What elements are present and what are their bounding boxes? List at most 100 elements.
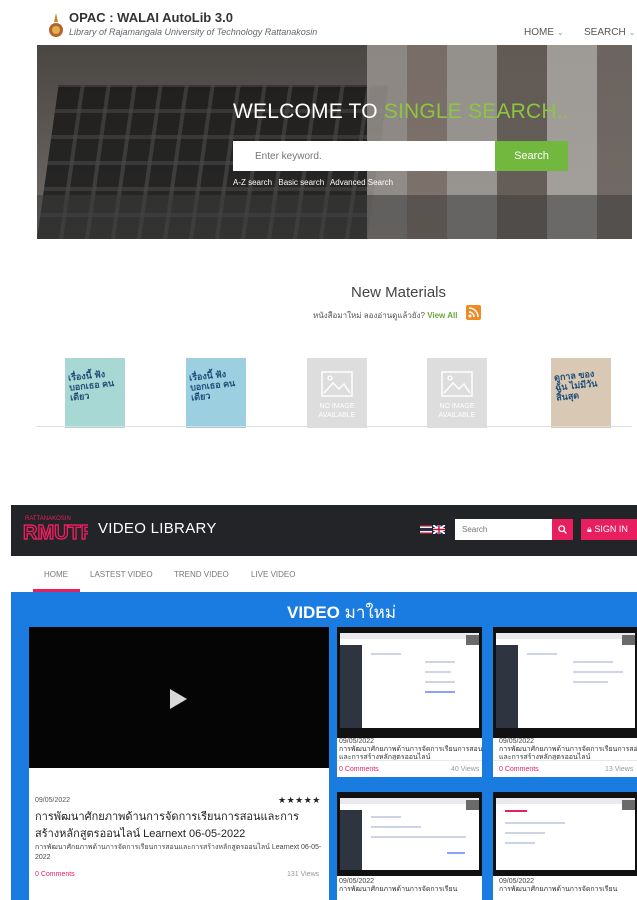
thumbnail-screen	[496, 798, 635, 870]
thumbnail-line	[505, 842, 535, 844]
thai-flag-icon[interactable]	[420, 525, 432, 534]
video-library-title: VIDEO LIBRARY	[98, 520, 217, 537]
card-comments-link[interactable]: 0 Comments	[499, 766, 539, 773]
heading-bold: VIDEO	[287, 603, 340, 622]
az-search-link[interactable]: A-Z search	[233, 178, 272, 187]
sign-in-label: SIGN IN	[594, 524, 628, 534]
card-date: 09/05/2022	[339, 738, 375, 745]
video-thumbnail[interactable]	[493, 627, 637, 738]
nav-home-label: HOME	[524, 27, 554, 38]
video-thumbnail[interactable]	[493, 792, 637, 876]
featured-title[interactable]: การพัฒนาศักยภาพด้านการจัดการเรียนการสอนแ…	[35, 809, 320, 843]
thumbnail-line	[425, 661, 455, 663]
lock-icon: 🔒︎	[587, 524, 592, 534]
new-materials-subtitle: หนังสือมาใหม่ ลองอ่านดูแล้วยัง? View All	[313, 309, 457, 322]
nav-search[interactable]: SEARCH ⌄	[584, 27, 635, 38]
card-divider	[493, 760, 637, 761]
thumbnail-webcam	[466, 635, 479, 645]
tab-lastest-video[interactable]: LASTEST VIDEO	[90, 570, 153, 579]
thumbnail-line	[371, 816, 401, 818]
video-search-button[interactable]	[552, 519, 573, 540]
thumbnail-line	[527, 653, 557, 655]
thumbnail-sidebar	[496, 645, 518, 728]
book-cover-title: ดูกาล ของฉัน ไม่มีวัน สิ้นสุด	[553, 368, 598, 403]
thumbnail-bar	[496, 633, 635, 639]
tab-home[interactable]: HOME	[44, 570, 68, 579]
new-videos-heading: VIDEO มาใหม่	[287, 599, 396, 626]
opac-title[interactable]: OPAC : WALAI AutoLib 3.0	[69, 10, 233, 25]
thumbnail-line	[371, 653, 401, 655]
card-views: 13 Views	[605, 766, 634, 773]
card-divider	[337, 760, 482, 761]
sign-in-button[interactable]: 🔒︎ SIGN IN	[581, 519, 637, 540]
thumbnail-line	[447, 852, 465, 854]
search-button[interactable]: Search	[495, 141, 568, 171]
tab-live-video[interactable]: LIVE VIDEO	[251, 570, 295, 579]
card-title[interactable]: การพัฒนาศักยภาพด้านการจัดการเรียน	[339, 886, 484, 894]
book-cover-title: เรื่องนี้ ฟังบอกเธอ คนเดียว	[188, 368, 236, 403]
tab-trend-video[interactable]: TREND VIDEO	[174, 570, 229, 579]
thumbnail-webcam	[622, 635, 635, 645]
video-search-input[interactable]	[455, 519, 552, 540]
rmutr-logo[interactable]: RATTANAKOSIN RMUTR	[23, 513, 88, 543]
video-thumbnail[interactable]	[337, 792, 482, 876]
thumbnail-sidebar	[340, 645, 362, 728]
basic-search-link[interactable]: Basic search	[278, 178, 324, 187]
card-date: 09/05/2022	[499, 878, 535, 885]
chevron-down-icon: ⌄	[628, 28, 636, 37]
university-emblem-icon[interactable]	[48, 13, 64, 39]
book-cover[interactable]: เรื่องนี้ ฟังบอกเธอ คนเดียว	[186, 358, 246, 428]
hero-bottom-shade	[37, 195, 632, 239]
rating-stars-icon: ★★★★★	[278, 795, 321, 805]
welcome-heading: WELCOME TO SINGLE SEARCH..	[233, 100, 569, 124]
thumbnail-line	[371, 826, 421, 828]
thumbnail-line	[573, 681, 608, 683]
thumbnail-line	[573, 661, 613, 663]
image-placeholder-icon	[321, 371, 353, 397]
card-date: 09/05/2022	[339, 878, 375, 885]
play-icon[interactable]	[170, 689, 187, 709]
thumbnail-line	[505, 832, 545, 834]
book-no-image[interactable]: NO IMAGE AVAILABLE	[427, 358, 487, 428]
welcome-text: WELCOME TO	[233, 100, 384, 123]
book-cover-title: เรื่องนี้ ฟังบอกเธอ คนเดียว	[67, 368, 115, 403]
thumbnail-bar	[340, 633, 479, 639]
thumbnail-sidebar	[340, 810, 362, 870]
book-cover[interactable]: เรื่องนี้ ฟังบอกเธอ คนเดียว	[65, 358, 125, 428]
book-no-image[interactable]: NO IMAGE AVAILABLE	[307, 358, 367, 428]
nav-search-label: SEARCH	[584, 27, 626, 38]
advanced-search-link[interactable]: Advanced Search	[330, 178, 393, 187]
logo-main-text: RMUTR	[23, 522, 88, 543]
thumbnail-line	[425, 671, 451, 673]
thumbnail-line	[505, 810, 527, 812]
opac-subtitle: Library of Rajamangala University of Tec…	[69, 27, 318, 37]
thumbnail-webcam	[622, 800, 635, 810]
new-materials-tagline: หนังสือมาใหม่ ลองอ่านดูแล้วยัง?	[313, 311, 425, 320]
featured-date: 09/05/2022	[35, 797, 71, 804]
video-thumbnail[interactable]	[337, 627, 482, 738]
new-materials-title: New Materials	[350, 284, 447, 301]
nav-home[interactable]: HOME ⌄	[524, 27, 564, 38]
view-all-link[interactable]: View All	[427, 311, 457, 320]
thumbnail-bar	[496, 798, 635, 804]
opac-header: OPAC : WALAI AutoLib 3.0 Library of Raja…	[0, 0, 637, 45]
thumbnail-line	[425, 691, 455, 693]
thumbnail-line	[505, 822, 565, 824]
uk-flag-icon[interactable]	[433, 525, 445, 534]
rss-feed-icon[interactable]	[466, 305, 481, 320]
thumbnail-line	[425, 681, 455, 683]
chevron-down-icon: ⌄	[557, 28, 564, 37]
heading-rest: มาใหม่	[339, 603, 397, 622]
keyword-search-input[interactable]	[233, 141, 495, 171]
thumbnail-bar	[340, 798, 479, 804]
card-title[interactable]: การพัฒนาศักยภาพด้านการจัดการเรียน	[499, 886, 637, 894]
book-cover[interactable]: ดูกาล ของฉัน ไม่มีวัน สิ้นสุด	[551, 358, 611, 428]
card-date: 09/05/2022	[499, 738, 535, 745]
card-comments-link[interactable]: 0 Comments	[339, 766, 379, 773]
divider	[37, 426, 632, 427]
card-views: 40 Views	[451, 766, 480, 773]
image-placeholder-icon	[441, 371, 473, 397]
search-icon	[558, 525, 567, 534]
no-image-text: NO IMAGE AVAILABLE	[318, 403, 356, 419]
featured-comments-link[interactable]: 0 Comments	[35, 871, 75, 878]
